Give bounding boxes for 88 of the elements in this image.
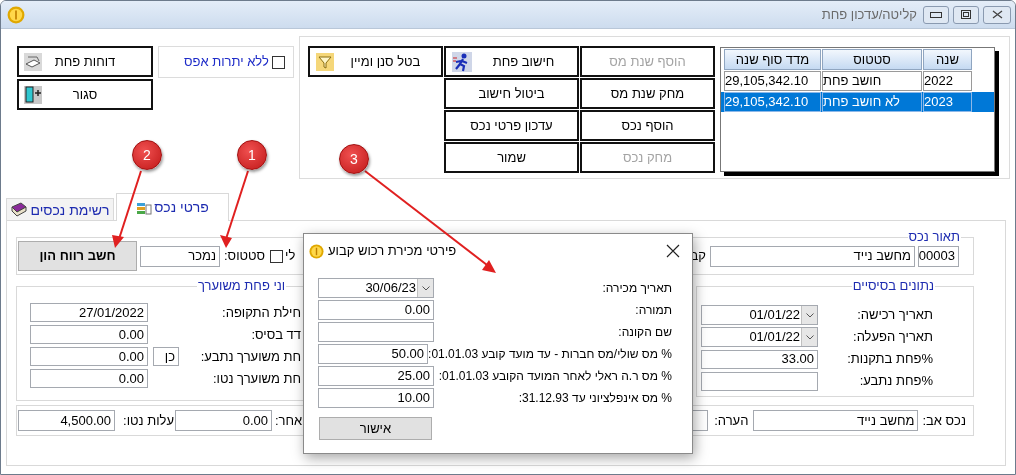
- reports-button[interactable]: דוחות פחת: [17, 46, 153, 77]
- checkbox-label: ללא יתרות אפס: [183, 53, 269, 72]
- input-field[interactable]: 25.00: [318, 366, 434, 386]
- table-cell: לא חושב פחת: [822, 92, 922, 112]
- field-label: דד בסיס:: [250, 325, 301, 344]
- input-field[interactable]: 0.00: [30, 347, 148, 366]
- number-badge: 2: [132, 140, 162, 170]
- field-label: אחר:: [275, 411, 303, 430]
- field-label: תמורה:: [634, 302, 673, 319]
- column-header[interactable]: שנה: [923, 49, 972, 70]
- input-field[interactable]: כן: [153, 347, 179, 366]
- input-field[interactable]: [701, 371, 818, 391]
- date-combo[interactable]: 01/01/22: [701, 327, 818, 347]
- input-field[interactable]: 4,500.00: [18, 410, 115, 431]
- field-label: תאריך רכישה:: [856, 306, 934, 325]
- maximize-icon: [961, 10, 971, 19]
- date-combo[interactable]: 30/06/23: [318, 278, 434, 298]
- action-button[interactable]: עדכון פרטי נכס: [444, 110, 579, 141]
- table-cell: 29,105,342.10: [724, 71, 821, 91]
- input-field[interactable]: 0.00: [318, 300, 434, 320]
- field-label: נכס אב:: [922, 411, 966, 430]
- close-button[interactable]: [983, 5, 1011, 24]
- action-button[interactable]: חישוב פחת: [444, 46, 579, 77]
- date-combo[interactable]: 01/01/22: [701, 305, 818, 325]
- coin-icon: [7, 5, 25, 24]
- filter-icon: [316, 53, 334, 71]
- filter-button[interactable]: בטל סנן ומיין: [308, 46, 443, 77]
- close-button[interactable]: [666, 244, 680, 258]
- column-header[interactable]: סטטוס: [822, 49, 922, 70]
- field-label: % מס אינפלציוני עד 31.12.93:: [517, 390, 673, 407]
- running-figure-icon: [452, 52, 472, 72]
- input-field[interactable]: 0.00: [30, 369, 148, 388]
- field-label: % מס שולי/מס חברות - עד מועד קובע 01.01.03:: [428, 346, 673, 363]
- field-label: תאריך הפעלה:: [852, 328, 934, 347]
- window-title: קליטה/עדכון פחת: [821, 5, 917, 24]
- checkbox[interactable]: [270, 249, 283, 263]
- table-cell: 29,105,342.10: [724, 92, 821, 112]
- input-field[interactable]: 10.00: [318, 388, 434, 408]
- number-badge: 1: [237, 140, 267, 170]
- input-field[interactable]: 27/01/2022: [30, 303, 148, 322]
- exit-door-icon: [23, 85, 43, 105]
- close-icon: [666, 244, 680, 258]
- field-label: שם הקונה:: [617, 324, 673, 341]
- input-field[interactable]: 00003: [918, 245, 959, 267]
- coin-icon: [309, 243, 324, 259]
- input-field[interactable]: 0.00: [30, 325, 148, 344]
- action-button[interactable]: הוסף נכס: [580, 110, 715, 141]
- dropdown-icon: [421, 285, 430, 291]
- book-icon: [10, 201, 29, 219]
- input-field[interactable]: 50.00: [318, 344, 429, 364]
- minimize-icon: [930, 11, 942, 18]
- field-label: תאריך מכירה:: [601, 280, 673, 297]
- checkbox[interactable]: [272, 55, 285, 69]
- input-field[interactable]: נמכר: [140, 245, 220, 267]
- input-field[interactable]: 33.00: [701, 349, 818, 369]
- dropdown-icon: [805, 312, 814, 318]
- field-label: חת משוערך נטו:: [211, 369, 301, 388]
- field-label: % מס ר.ה ראלי לאחר המועד הקובע 01.01.03:: [437, 368, 673, 385]
- tab[interactable]: רשימת נכסים: [6, 198, 114, 221]
- capital-gain-button[interactable]: חשב רווח הון: [18, 241, 137, 271]
- field-label: עלות נטו:: [122, 411, 174, 430]
- column-header[interactable]: מדד סוף שנה: [724, 49, 821, 70]
- dialog-title: פירטי מכירת רכוש קבוע: [328, 242, 457, 261]
- close-window-button[interactable]: סגור: [17, 79, 153, 110]
- maximize-button[interactable]: [953, 5, 979, 24]
- field-label: חת משוערך נתבע:: [199, 347, 301, 366]
- action-button[interactable]: שמור: [444, 142, 579, 173]
- field-label: הערה:: [714, 411, 749, 430]
- input-field[interactable]: מחשב נייד: [710, 245, 915, 267]
- input-field[interactable]: [318, 322, 434, 342]
- action-button[interactable]: ביטול חישוב: [444, 78, 579, 109]
- close-icon: [991, 10, 1003, 19]
- number-badge: 3: [339, 144, 369, 174]
- action-button[interactable]: מחק שנת מס: [580, 78, 715, 109]
- field-label: לי: [285, 247, 296, 266]
- input-field[interactable]: מחשב נייד: [753, 410, 919, 431]
- minimize-button[interactable]: [923, 5, 949, 24]
- table-cell: 2022: [923, 71, 972, 91]
- field-label: %פחת בתקנות:: [846, 350, 934, 369]
- field-label: %פחת נתבע:: [858, 372, 934, 391]
- tab[interactable]: פרטי נכס: [116, 193, 229, 221]
- input-field[interactable]: 0.00: [175, 410, 272, 431]
- table-cell: חושב פחת: [822, 71, 922, 91]
- ok-button[interactable]: אישור: [319, 417, 432, 440]
- table-cell: 2023: [923, 92, 972, 112]
- field-label: סטטוס:: [224, 247, 265, 266]
- dropdown-icon: [805, 334, 814, 340]
- field-label: חילת התקופה:: [221, 303, 301, 322]
